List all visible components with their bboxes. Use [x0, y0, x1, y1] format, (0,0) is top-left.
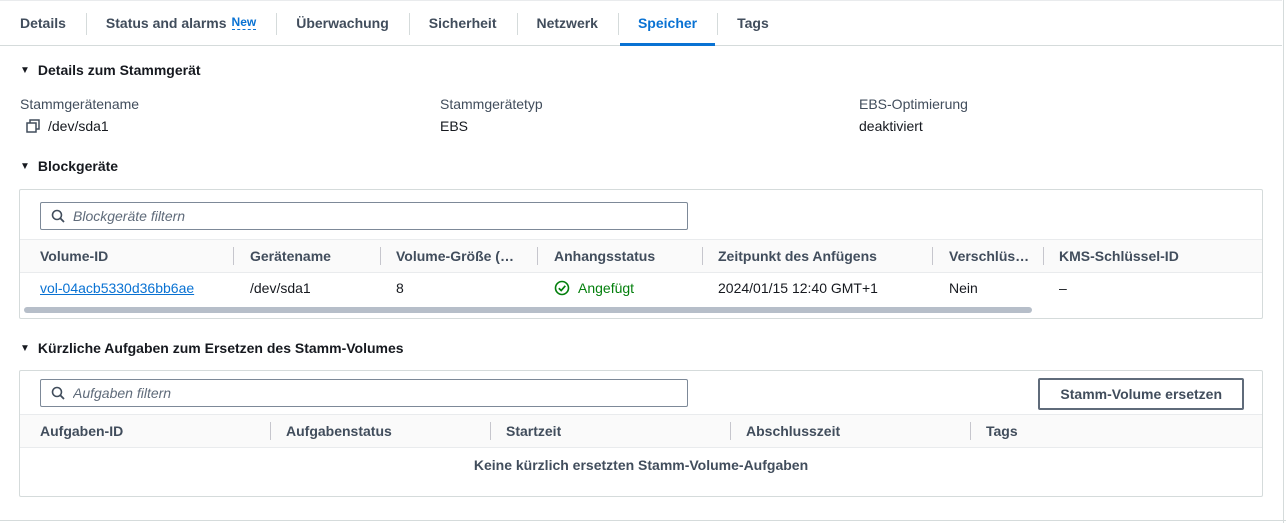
replace-tasks-table: Stamm-Volume ersetzen Aufgaben-ID Aufgab… — [19, 370, 1263, 497]
tab-label: Speicher — [637, 15, 698, 31]
tab-details[interactable]: Details — [0, 1, 86, 45]
field-value: deaktiviert — [859, 118, 923, 134]
column-divider — [1043, 247, 1044, 265]
column-header-start-time[interactable]: Startzeit — [506, 415, 561, 447]
status-success-icon — [554, 280, 570, 296]
field-label: EBS-Optimierung — [859, 96, 968, 112]
root-device-type: Stammgerätetyp EBS — [440, 96, 543, 134]
section-title: Kürzliche Aufgaben zum Ersetzen des Stam… — [37, 340, 404, 356]
ebs-optimization: EBS-Optimierung deaktiviert — [859, 96, 968, 134]
status-text: Angefügt — [578, 280, 635, 296]
column-header-device-name[interactable]: Gerätename — [250, 240, 331, 272]
tab-networking[interactable]: Netzwerk — [516, 1, 618, 45]
block-devices-table: Volume-ID Gerätename Volume-Größe (… Anh… — [19, 189, 1263, 319]
copy-icon[interactable] — [26, 119, 40, 133]
column-header-tags[interactable]: Tags — [986, 415, 1018, 447]
block-devices-filter[interactable] — [40, 202, 688, 230]
field-label: Stammgerätetyp — [440, 96, 543, 112]
section-title: Blockgeräte — [37, 158, 119, 174]
attachment-status-cell: Angefügt — [554, 272, 634, 304]
column-header-completion-time[interactable]: Abschlusszeit — [746, 415, 840, 447]
search-icon — [51, 209, 65, 223]
tab-label: Tags — [737, 15, 769, 31]
column-divider — [490, 422, 491, 440]
tasks-filter-input[interactable] — [73, 385, 663, 401]
column-divider — [233, 247, 234, 265]
device-name-cell: /dev/sda1 — [250, 280, 311, 296]
caret-down-icon: ▼ — [20, 64, 30, 76]
column-header-encrypted[interactable]: Verschlüs… — [949, 240, 1029, 272]
tab-label: Sicherheit — [428, 15, 497, 31]
column-header-task-id[interactable]: Aufgaben-ID — [40, 415, 123, 447]
column-divider — [537, 247, 538, 265]
tab-tags[interactable]: Tags — [717, 1, 789, 45]
tab-label: Status and alarms — [105, 15, 227, 31]
tab-security[interactable]: Sicherheit — [408, 1, 517, 45]
tab-bar: Details Status and alarms New Überwachung… — [0, 0, 1282, 46]
column-header-task-status[interactable]: Aufgabenstatus — [286, 415, 392, 447]
field-value: EBS — [440, 118, 469, 134]
column-divider — [970, 422, 971, 440]
caret-down-icon: ▼ — [20, 160, 30, 172]
table-header: Volume-ID Gerätename Volume-Größe (… Anh… — [20, 239, 1262, 273]
caret-down-icon: ▼ — [20, 342, 30, 354]
column-header-volume-size[interactable]: Volume-Größe (… — [396, 240, 520, 272]
encrypted-cell: Nein — [949, 280, 978, 296]
horizontal-scrollbar[interactable] — [24, 307, 1032, 313]
container-right-border — [1283, 0, 1284, 523]
replace-tasks-section-toggle[interactable]: ▼ Kürzliche Aufgaben zum Ersetzen des St… — [20, 340, 404, 356]
empty-state-text: Keine kürzlich ersetzten Stamm-Volume-Au… — [473, 457, 809, 473]
block-devices-section-toggle[interactable]: ▼ Blockgeräte — [20, 158, 118, 174]
field-value: /dev/sda1 — [20, 118, 139, 134]
column-divider — [702, 247, 703, 265]
attach-time-cell: 2024/01/15 12:40 GMT+1 — [718, 280, 878, 296]
field-label: Stammgerätename — [20, 96, 140, 112]
root-device-name: Stammgerätename /dev/sda1 — [20, 96, 139, 134]
tab-monitoring[interactable]: Überwachung — [276, 1, 409, 45]
tasks-filter[interactable] — [40, 379, 688, 407]
table-header: Aufgaben-ID Aufgabenstatus Startzeit Abs… — [20, 414, 1262, 448]
volume-id-link[interactable]: vol-04acb5330d36bb6ae — [40, 272, 194, 304]
search-icon — [51, 386, 65, 400]
table-row: vol-04acb5330d36bb6ae /dev/sda1 8 Angefü… — [20, 272, 1262, 304]
column-header-volume-id[interactable]: Volume-ID — [40, 240, 108, 272]
column-header-attach-time[interactable]: Zeitpunkt des Anfügens — [718, 240, 877, 272]
tab-status-and-alarms[interactable]: Status and alarms New — [85, 1, 276, 45]
column-divider — [270, 422, 271, 440]
tab-label: Netzwerk — [536, 15, 598, 31]
block-devices-filter-input[interactable] — [73, 208, 663, 224]
root-device-name-value: /dev/sda1 — [48, 118, 109, 134]
section-title: Details zum Stammgerät — [37, 62, 201, 78]
tab-label: Details — [20, 15, 66, 31]
new-badge: New — [231, 15, 257, 30]
tab-label: Überwachung — [296, 15, 389, 31]
container-bottom-border — [0, 520, 1286, 521]
column-divider — [730, 422, 731, 440]
tab-storage[interactable]: Speicher — [617, 1, 717, 46]
volume-size-cell: 8 — [396, 280, 404, 296]
column-header-attachment-status[interactable]: Anhangsstatus — [554, 240, 655, 272]
kms-key-cell: – — [1059, 280, 1067, 296]
replace-root-volume-button[interactable]: Stamm-Volume ersetzen — [1038, 378, 1244, 410]
column-divider — [380, 247, 381, 265]
column-header-kms-key-id[interactable]: KMS-Schlüssel-ID — [1059, 240, 1179, 272]
column-divider — [932, 247, 933, 265]
root-device-section-toggle[interactable]: ▼ Details zum Stammgerät — [20, 62, 201, 78]
